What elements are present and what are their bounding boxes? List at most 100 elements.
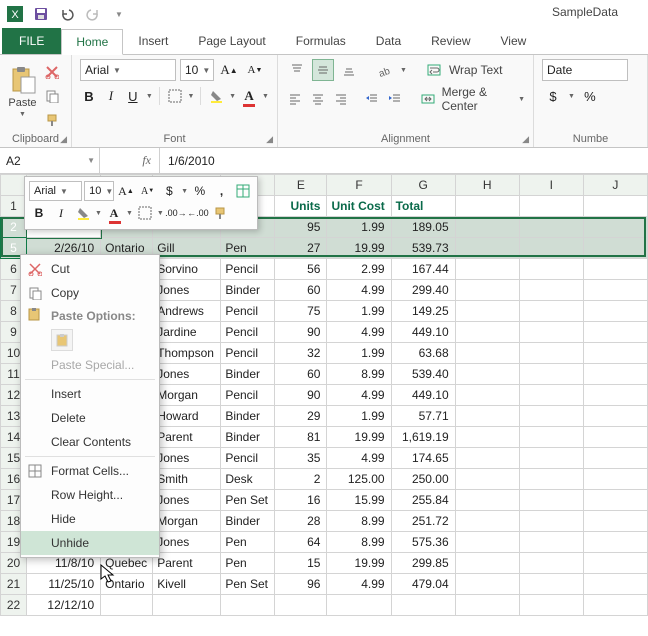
cell[interactable]	[519, 427, 583, 448]
cell[interactable]: Pencil	[221, 301, 275, 322]
dialog-launcher-icon[interactable]: ◢	[266, 134, 273, 145]
cell[interactable]	[583, 406, 647, 427]
cell[interactable]	[519, 511, 583, 532]
cell[interactable]: Jones	[153, 280, 221, 301]
cell[interactable]	[455, 217, 519, 238]
orientation-icon[interactable]: ab	[374, 59, 396, 81]
col-header-I[interactable]: I	[519, 175, 583, 196]
borders-icon[interactable]	[166, 85, 184, 107]
merge-center-label[interactable]: Merge & Center	[442, 85, 513, 113]
cell[interactable]	[455, 448, 519, 469]
cell[interactable]	[583, 196, 647, 217]
font-name-select[interactable]: Arial▼	[80, 59, 176, 81]
cell[interactable]	[583, 259, 647, 280]
cell[interactable]: Jones	[153, 532, 221, 553]
mini-currency-icon[interactable]: $	[159, 181, 179, 201]
cell[interactable]	[583, 301, 647, 322]
cell[interactable]: Desk	[221, 469, 275, 490]
col-header-E[interactable]: E	[275, 175, 327, 196]
cell[interactable]	[327, 595, 391, 616]
cell[interactable]: 125.00	[327, 469, 391, 490]
mini-format-table-icon[interactable]	[233, 181, 253, 201]
cell[interactable]	[519, 448, 583, 469]
cell[interactable]: 90	[275, 385, 327, 406]
underline-button[interactable]: U	[124, 85, 142, 107]
align-right-icon[interactable]	[331, 88, 350, 110]
cell[interactable]: 2	[275, 469, 327, 490]
undo-icon[interactable]	[56, 3, 78, 25]
cell[interactable]: Andrews	[153, 301, 221, 322]
cell[interactable]: 4.99	[327, 280, 391, 301]
qat-customize-icon[interactable]: ▼	[108, 3, 130, 25]
cell[interactable]: 4.99	[327, 574, 391, 595]
cell[interactable]: 539.73	[391, 238, 455, 259]
cell[interactable]: 95	[275, 217, 327, 238]
mini-increase-font-icon[interactable]: A▲	[116, 181, 136, 201]
cell[interactable]	[519, 406, 583, 427]
col-header-G[interactable]: G	[391, 175, 455, 196]
cell[interactable]	[519, 553, 583, 574]
decrease-font-icon[interactable]: A▼	[244, 59, 266, 81]
cell[interactable]	[583, 385, 647, 406]
cell[interactable]	[455, 364, 519, 385]
cell[interactable]	[391, 595, 455, 616]
cell[interactable]: 96	[275, 574, 327, 595]
cell[interactable]: Pencil	[221, 448, 275, 469]
cell[interactable]	[583, 364, 647, 385]
cell[interactable]	[519, 217, 583, 238]
increase-indent-icon[interactable]	[386, 88, 405, 110]
cell[interactable]: 8.99	[327, 511, 391, 532]
cell[interactable]	[519, 343, 583, 364]
cell[interactable]: 250.00	[391, 469, 455, 490]
cell[interactable]: 90	[275, 322, 327, 343]
cell[interactable]	[519, 595, 583, 616]
cell[interactable]	[583, 532, 647, 553]
increase-font-icon[interactable]: A▲	[218, 59, 240, 81]
align-top-icon[interactable]	[286, 59, 308, 81]
tab-file[interactable]: FILE	[2, 28, 61, 54]
decrease-indent-icon[interactable]	[363, 88, 382, 110]
cell[interactable]: 12/12/10	[27, 595, 101, 616]
cell[interactable]: Pencil	[221, 259, 275, 280]
cell[interactable]: Pen Set	[221, 490, 275, 511]
cell[interactable]	[455, 238, 519, 259]
mini-percent-icon[interactable]: %	[190, 181, 210, 201]
font-size-select[interactable]: 10▼	[180, 59, 214, 81]
cut-icon[interactable]	[41, 61, 63, 83]
cell[interactable]: Binder	[221, 280, 275, 301]
cell[interactable]: Binder	[221, 406, 275, 427]
cell[interactable]: Binder	[221, 364, 275, 385]
col-header-F[interactable]: F	[327, 175, 391, 196]
cell[interactable]: 19.99	[327, 238, 391, 259]
copy-icon[interactable]	[41, 85, 63, 107]
cell[interactable]	[455, 574, 519, 595]
cell[interactable]: 11/25/10	[27, 574, 101, 595]
percent-icon[interactable]: %	[579, 85, 601, 107]
cell[interactable]	[519, 469, 583, 490]
cell[interactable]: 19.99	[327, 427, 391, 448]
cell[interactable]	[275, 595, 327, 616]
cell[interactable]: 35	[275, 448, 327, 469]
cell[interactable]	[455, 469, 519, 490]
italic-button[interactable]: I	[102, 85, 120, 107]
cell[interactable]: 1.99	[327, 343, 391, 364]
cell[interactable]: Pen	[221, 532, 275, 553]
row-header[interactable]: 1	[1, 196, 27, 217]
cell[interactable]: 449.10	[391, 385, 455, 406]
cell[interactable]	[583, 217, 647, 238]
mini-decrease-font-icon[interactable]: A▼	[138, 181, 158, 201]
cell[interactable]	[455, 490, 519, 511]
cell[interactable]	[583, 490, 647, 511]
cell[interactable]: 64	[275, 532, 327, 553]
fx-icon[interactable]: fx	[142, 153, 151, 168]
cell[interactable]: 4.99	[327, 322, 391, 343]
cell[interactable]	[519, 574, 583, 595]
cell[interactable]	[455, 595, 519, 616]
cell[interactable]	[583, 553, 647, 574]
cell[interactable]: Smith	[153, 469, 221, 490]
cell[interactable]: 15	[275, 553, 327, 574]
bold-button[interactable]: B	[80, 85, 98, 107]
cell[interactable]: Sorvino	[153, 259, 221, 280]
cell[interactable]	[455, 406, 519, 427]
cell[interactable]: 479.04	[391, 574, 455, 595]
